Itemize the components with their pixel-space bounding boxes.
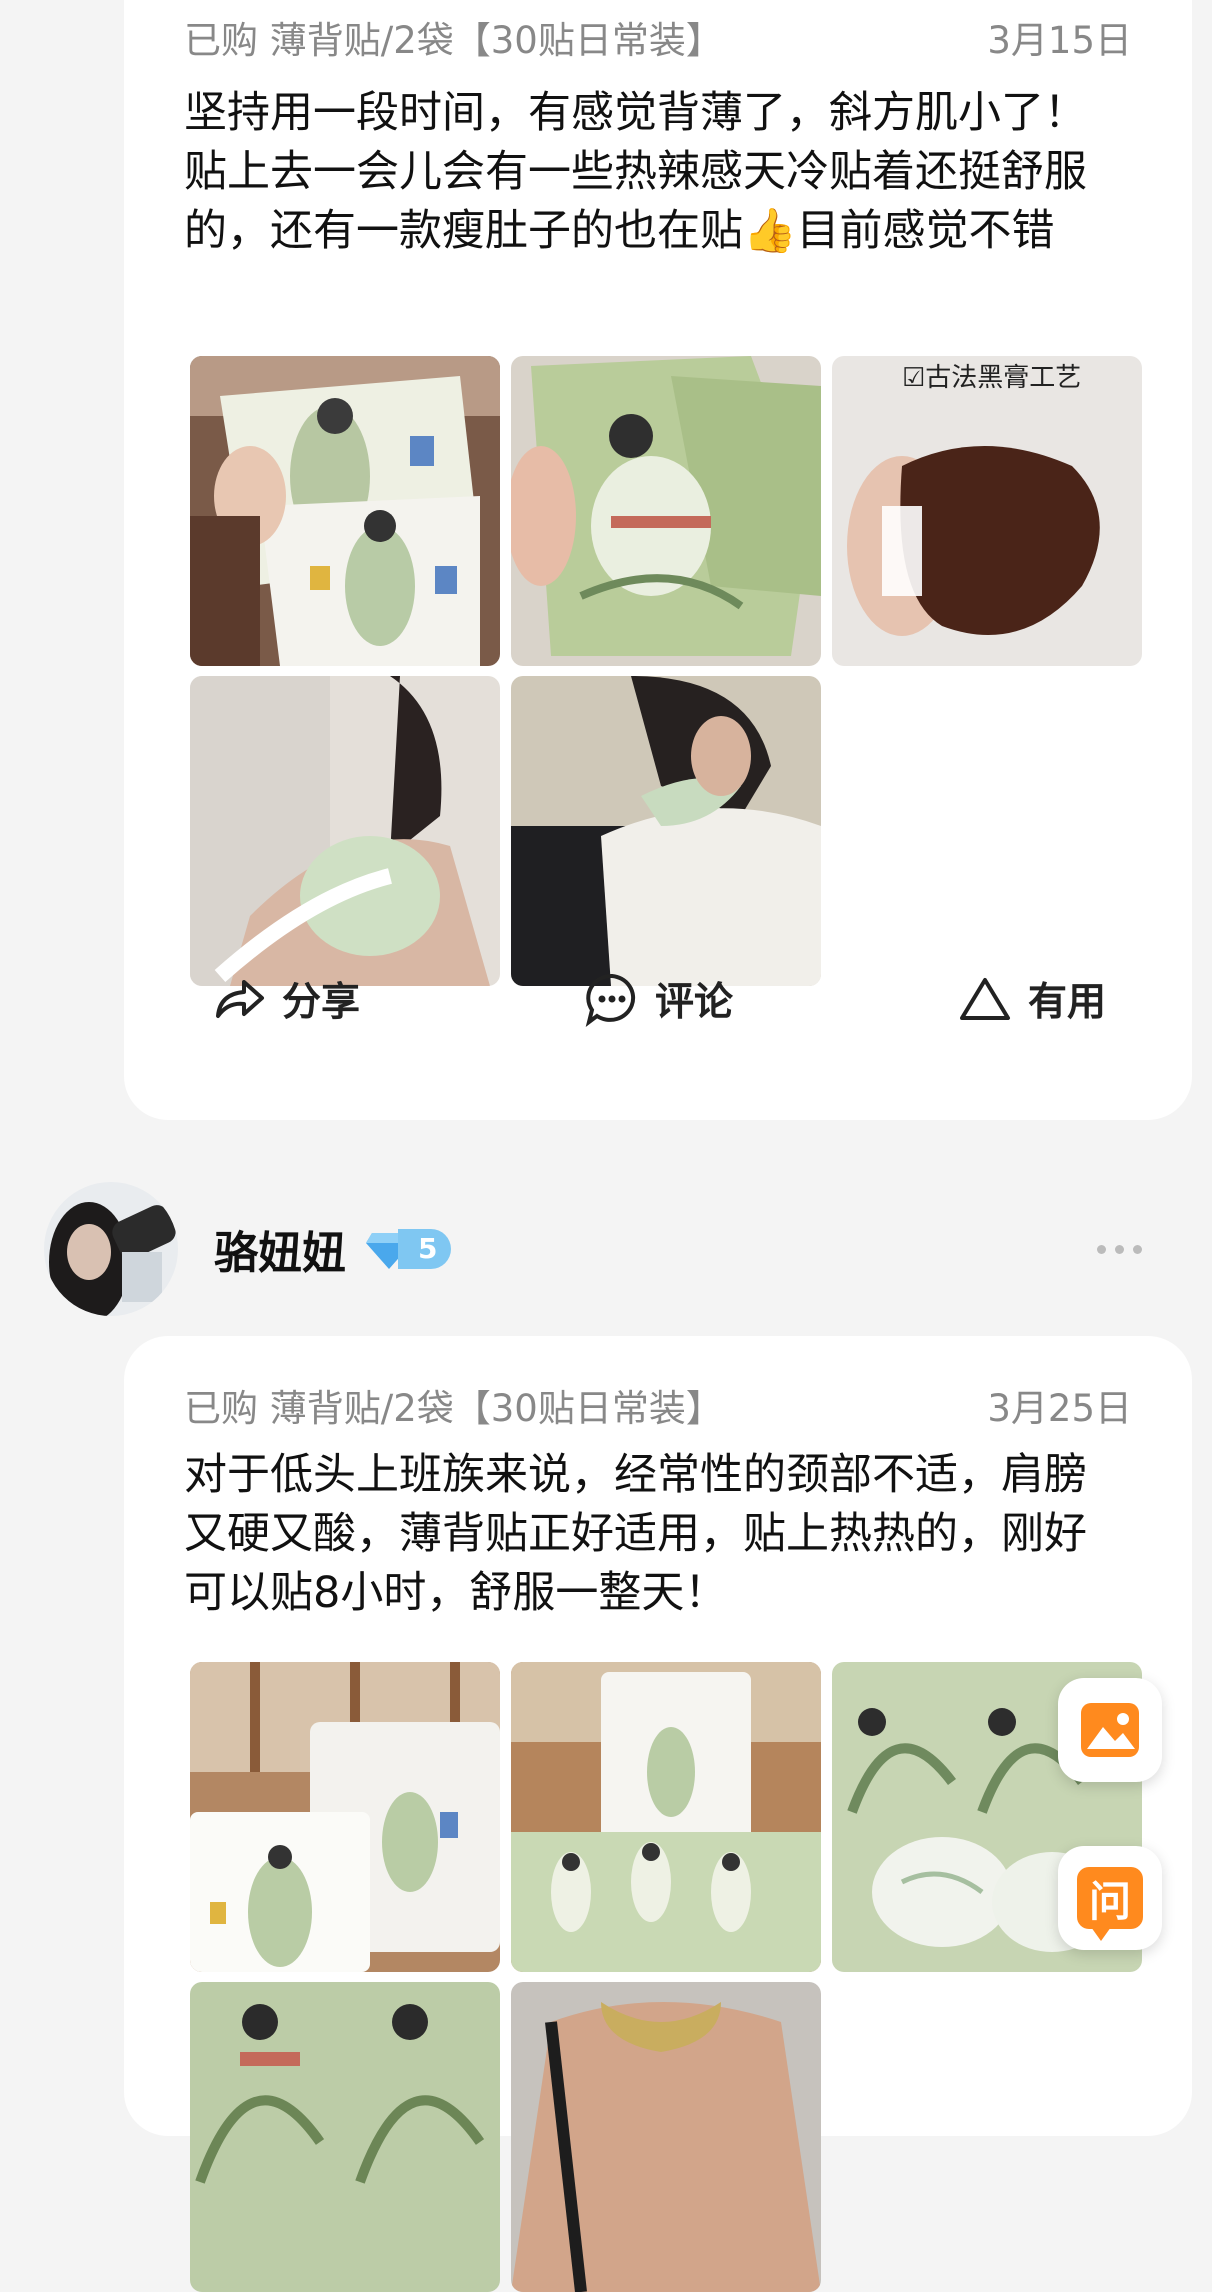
reviewer-row: 骆妞妞 5 — [44, 1180, 1172, 1318]
image-search-button[interactable] — [1058, 1678, 1162, 1782]
useful-label: 有用 — [1027, 980, 1106, 1025]
avatar[interactable] — [44, 1182, 178, 1316]
ask-icon: 问 — [1077, 1867, 1143, 1941]
review-photo[interactable] — [511, 1662, 821, 1972]
useful-button[interactable]: 有用 — [930, 970, 1132, 1028]
review-photo[interactable] — [190, 356, 500, 666]
review-card: 已购 薄背贴/2袋【30贴日常装】 3月15日 坚持用一段时间，有感觉背薄了，斜… — [124, 0, 1192, 1120]
comment-label: 评论 — [654, 980, 733, 1025]
purchase-info: 已购 薄背贴/2袋【30贴日常装】 — [184, 1387, 723, 1430]
review-photo[interactable] — [511, 356, 821, 666]
review-card: 已购 薄背贴/2袋【30贴日常装】 3月25日 对于低头上班族来说，经常性的颈部… — [124, 1336, 1192, 2292]
share-label: 分享 — [282, 980, 361, 1025]
photo-caption: ☑古法黑膏工艺 — [902, 363, 1081, 393]
more-options-button[interactable] — [1097, 1244, 1142, 1254]
level-number: 5 — [398, 1229, 452, 1269]
review-text: 坚持用一段时间，有感觉背薄了，斜方肌小了！贴上去一会儿会有一些热辣感天冷贴着还挺… — [184, 88, 1087, 256]
review-text: 对于低头上班族来说，经常性的颈部不适，肩膀又硬又酸，薄背贴正好适用，贴上热热的，… — [184, 1450, 1087, 1618]
review-photo[interactable] — [511, 1982, 821, 2292]
photo-grid: ☑古法黑膏工艺 — [190, 356, 1142, 986]
more-dot-icon — [1115, 1244, 1124, 1254]
ask-question-button[interactable]: 问 — [1058, 1846, 1162, 1950]
useful-triangle-icon — [959, 978, 1010, 1020]
review-photo[interactable] — [190, 1982, 500, 2292]
share-icon — [216, 980, 264, 1018]
purchase-meta: 已购 薄背贴/2袋【30贴日常装】 3月25日 — [184, 1378, 1132, 1432]
purchase-info: 已购 薄背贴/2袋【30贴日常装】 — [184, 19, 723, 62]
level-badge: 5 — [366, 1229, 452, 1269]
share-button[interactable]: 分享 — [184, 970, 386, 1028]
photo-grid — [190, 1662, 1142, 2292]
comment-button[interactable]: 评论 — [557, 970, 759, 1028]
review-photo[interactable] — [190, 676, 500, 986]
purchase-meta: 已购 薄背贴/2袋【30贴日常装】 3月15日 — [184, 10, 1132, 64]
reviewer-name[interactable]: 骆妞妞 — [214, 1217, 346, 1281]
review-photo[interactable] — [190, 1662, 500, 1972]
review-date: 3月25日 — [987, 1387, 1132, 1430]
review-photo[interactable] — [511, 676, 821, 986]
review-date: 3月15日 — [987, 19, 1132, 62]
more-dot-icon — [1133, 1244, 1142, 1254]
comment-icon — [585, 973, 636, 1027]
ask-label: 问 — [1088, 1876, 1131, 1926]
review-photo[interactable]: ☑古法黑膏工艺 — [832, 356, 1142, 666]
image-icon — [1081, 1703, 1139, 1757]
review-actions: 分享 评论 有用 — [184, 970, 1132, 1028]
more-dot-icon — [1097, 1244, 1106, 1254]
